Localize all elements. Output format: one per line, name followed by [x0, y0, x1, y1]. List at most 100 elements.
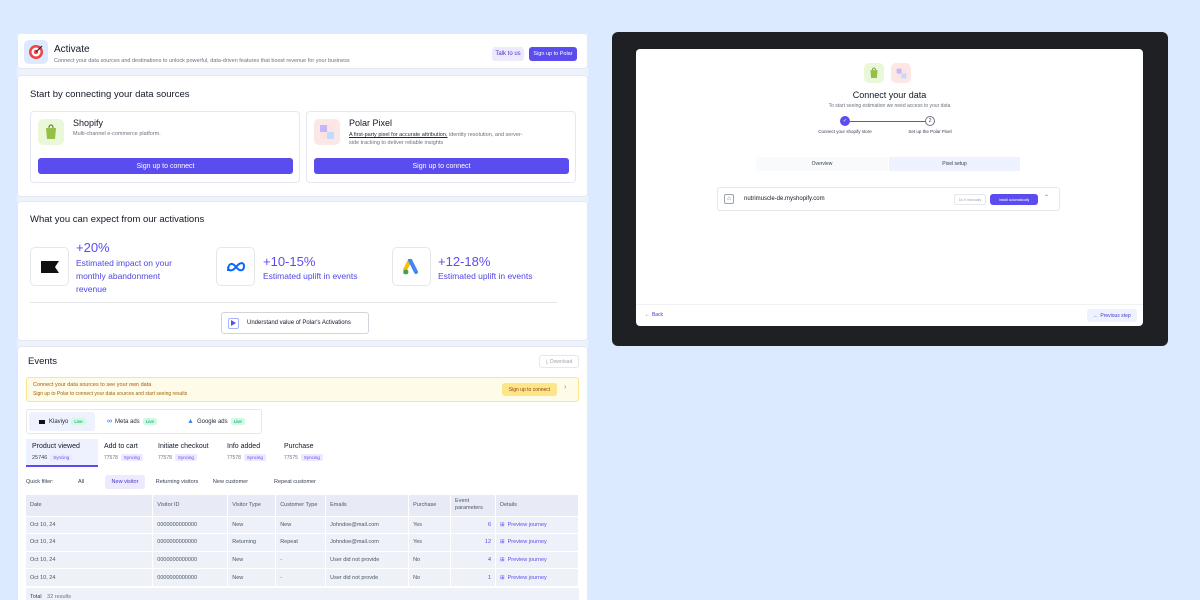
store-url: nutrimuscle-de.myshopify.com [744, 196, 825, 202]
cell-date: Oct 10, 24 [26, 533, 154, 551]
chevron-right-icon[interactable]: › [564, 384, 566, 391]
tab-overview[interactable]: Overview [756, 157, 888, 171]
cell-details[interactable]: ⊞ Preview journey [495, 568, 579, 586]
column-header[interactable]: Visitor ID [152, 495, 229, 516]
chevron-up-icon[interactable]: ⌃ [1044, 194, 1049, 201]
sources-heading: Start by connecting your data sources [30, 89, 190, 100]
modal-subtitle: To start seeing estimation we need acces… [828, 103, 951, 109]
cell-visitor-id: 0000000000000 [152, 550, 229, 569]
total-label: Total [30, 594, 42, 600]
shopify-source: Shopify Multi-channel e-commerce platfor… [30, 111, 300, 183]
filter-new-customer[interactable]: New customer [208, 475, 253, 489]
pixel-desc-line2: side tracking to deliver reliable insigh… [349, 140, 444, 146]
cell-visitor-type: Returning [227, 533, 277, 551]
modal-footer-divider [636, 304, 1143, 305]
event-tab-purchase[interactable]: Purchase 77575 Syncing [278, 439, 334, 467]
tab-klaviyo[interactable]: Klaviyo Live [29, 412, 95, 431]
events-table: Date Visitor ID Visitor Type Customer Ty… [26, 495, 579, 586]
cell-details[interactable]: ⊞ Preview journey [495, 533, 579, 551]
download-button[interactable]: ⤓ Download [539, 355, 579, 368]
event-count: 77578 Syncing [104, 454, 143, 461]
table-row[interactable]: Oct 10, 24 0000000000000 New - User did … [26, 550, 579, 569]
tab-google-ads[interactable]: ▲ Google ads Live [187, 412, 261, 431]
back-button[interactable]: ← Back [641, 309, 667, 321]
column-header[interactable]: Date [26, 495, 154, 516]
tab-pixel-setup[interactable]: Pixel setup [889, 157, 1020, 171]
column-header[interactable]: Details [495, 495, 579, 516]
tab-meta-ads[interactable]: ∞ Meta ads Live [107, 412, 177, 431]
pixel-desc-rest: identity resolution, and server- [447, 132, 523, 138]
cell-date: Oct 10, 24 [26, 515, 154, 534]
preview-journey-link[interactable]: Preview journey [508, 575, 547, 581]
divider [30, 302, 557, 303]
event-count-value: 77578 [227, 454, 241, 461]
polar-pixel-connect-button[interactable]: Sign up to connect [314, 158, 569, 174]
preview-journey-link[interactable]: Preview journey [508, 539, 547, 545]
integration-tabs: Klaviyo Live ∞ Meta ads Live ▲ Google ad… [26, 409, 262, 434]
data-sources-card: Start by connecting your data sources Sh… [17, 75, 588, 197]
polar-pixel-icon [891, 63, 911, 83]
talk-to-us-button[interactable]: Talk to us [492, 47, 524, 61]
table-row[interactable]: Oct 10, 24 0000000000000 New - User did … [26, 568, 579, 586]
cell-customer-type: - [275, 568, 327, 586]
download-label: Download [549, 358, 573, 365]
cell-visitor-id: 0000000000000 [152, 533, 229, 551]
filter-all[interactable]: All [66, 475, 96, 489]
event-tab-add-to-cart[interactable]: Add to cart 77578 Syncing [98, 439, 152, 467]
shopify-desc: Multi-channel e-commerce platform. [73, 131, 161, 137]
column-header[interactable]: Event parameters [450, 495, 497, 516]
total-value: 32 results [47, 594, 72, 600]
preview-journey-link[interactable]: Preview journey [508, 557, 547, 563]
cell-details[interactable]: ⊞ Preview journey [495, 515, 579, 534]
cell-params: 1 [450, 568, 497, 586]
cell-details[interactable]: ⊞ Preview journey [495, 550, 579, 569]
banner-connect-button[interactable]: Sign up to connect [502, 383, 557, 396]
shopify-connect-button[interactable]: Sign up to connect [38, 158, 293, 174]
filter-returning-visitors[interactable]: Returning visitors [150, 475, 204, 489]
event-count-value: 77578 [104, 454, 118, 461]
cell-customer-type: Repeat [275, 533, 327, 551]
store-icon: ⌂ [724, 194, 734, 204]
understand-value-button[interactable]: Understand value of Polar's Activations [221, 312, 369, 334]
shopify-name: Shopify [73, 118, 104, 128]
preview-journey-link[interactable]: Preview journey [508, 522, 547, 528]
cell-email: Johndoe@mail.com [325, 533, 410, 551]
event-tab-initiate-checkout[interactable]: Initiate checkout 77578 Syncing [152, 439, 222, 467]
column-header[interactable]: Visitor Type [227, 495, 277, 516]
previous-step-button[interactable]: ← Previous step [1087, 309, 1137, 322]
filter-new-visitor[interactable]: New visitor [105, 475, 145, 489]
cell-customer-type: New [275, 515, 327, 534]
journey-icon: ⊞ [500, 521, 505, 528]
event-tab-info-added[interactable]: Info added 77578 Syncing [221, 439, 277, 467]
pixel-desc-link[interactable]: A first-party pixel for accurate attribu… [349, 132, 447, 138]
live-badge: Live [230, 418, 245, 425]
syncing-badge: Syncing [50, 454, 73, 461]
column-header[interactable]: Purchase [408, 495, 452, 516]
connect-data-screen: Connect your data To start seeing estima… [636, 49, 1143, 326]
step-2-label: Set up the Polar Pixel [908, 129, 952, 134]
meta-tab-icon: ∞ [107, 418, 112, 425]
column-header[interactable]: Customer Type [275, 495, 327, 516]
event-count-value: 77575 [284, 454, 298, 461]
impact-value-3: +12-18% [438, 254, 491, 269]
sign-up-to-polar-button[interactable]: Sign up to Polar [529, 47, 577, 61]
table-row[interactable]: Oct 10, 24 0000000000000 New New Johndoe… [26, 515, 579, 534]
event-tab-product-viewed[interactable]: Product viewed 25746 Syncing [26, 439, 98, 467]
column-header[interactable]: Emails [325, 495, 410, 516]
cell-params: 12 [450, 533, 497, 551]
klaviyo-tab-icon [39, 419, 45, 424]
quick-filter-label: Quick filter: [26, 479, 54, 485]
cell-purchase: No [408, 550, 452, 569]
event-count: 77575 Syncing [284, 454, 323, 461]
install-automatically-button[interactable]: Install automatically [990, 194, 1038, 205]
banner-title: Connect your data sources to see your ow… [33, 382, 152, 388]
event-count: 77578 Syncing [227, 454, 266, 461]
do-it-manually-button[interactable]: Do it manually [954, 194, 986, 205]
table-row[interactable]: Oct 10, 24 0000000000000 Returning Repea… [26, 533, 579, 551]
journey-icon: ⊞ [500, 574, 505, 581]
tab-google-label: Google ads [196, 418, 228, 425]
step-2-marker: 2 [925, 116, 935, 126]
arrow-left-icon: ← [1093, 312, 1099, 319]
filter-repeat-customer[interactable]: Repeat customer [262, 475, 328, 489]
event-count: 77578 Syncing [158, 454, 197, 461]
